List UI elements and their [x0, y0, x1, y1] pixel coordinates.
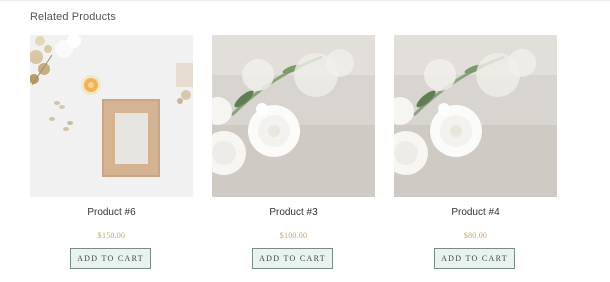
product-card: Product #3 $100.00 ADD TO CART — [212, 35, 375, 269]
product-name[interactable]: Product #3 — [212, 207, 375, 218]
product-image-link[interactable] — [30, 35, 193, 197]
add-to-cart-button[interactable]: ADD TO CART — [252, 248, 333, 269]
product-name[interactable]: Product #4 — [394, 207, 557, 218]
product-name[interactable]: Product #6 — [30, 207, 193, 218]
product-price: $100.00 — [279, 231, 308, 240]
top-divider — [0, 0, 610, 1]
product-card: Product #6 $150.00 ADD TO CART — [30, 35, 193, 269]
product-price: $80.00 — [463, 231, 488, 240]
section-title: Related Products — [30, 11, 116, 23]
product-image-link[interactable] — [394, 35, 557, 197]
product-price: $150.00 — [97, 231, 126, 240]
white-flowers-photo-icon — [212, 35, 375, 197]
frame-photo-icon — [30, 35, 193, 197]
add-to-cart-button[interactable]: ADD TO CART — [70, 248, 151, 269]
product-card: Product #4 $80.00 ADD TO CART — [394, 35, 557, 269]
white-flowers-photo-icon — [394, 35, 557, 197]
add-to-cart-button[interactable]: ADD TO CART — [434, 248, 515, 269]
product-image-link[interactable] — [212, 35, 375, 197]
